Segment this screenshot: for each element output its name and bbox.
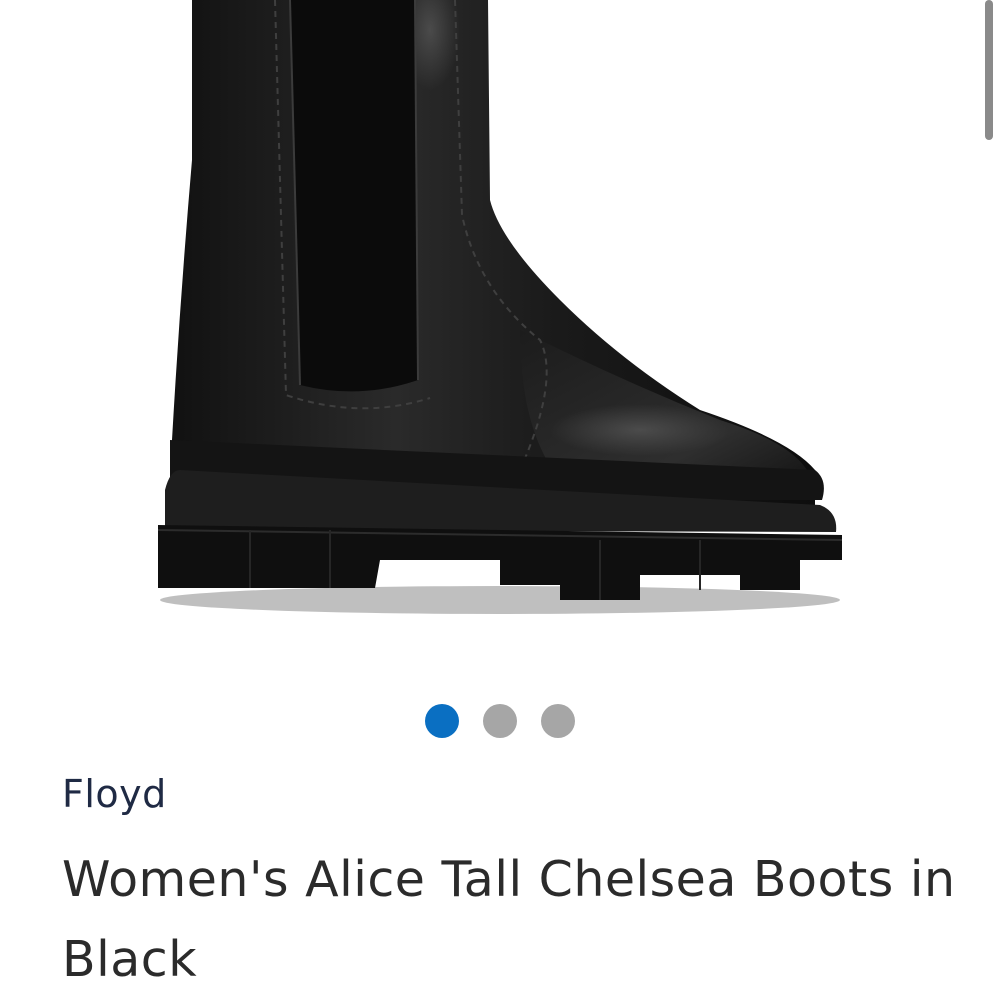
- gallery-dot-2[interactable]: [483, 704, 517, 738]
- gallery-pagination: [0, 704, 1000, 738]
- product-title: Women's Alice Tall Chelsea Boots in Blac…: [62, 851, 956, 988]
- gallery-dot-1[interactable]: [425, 704, 459, 738]
- product-image-gallery[interactable]: [0, 0, 1000, 690]
- brand-name-link[interactable]: Floyd: [62, 770, 167, 818]
- boot-image[interactable]: [0, 0, 1000, 690]
- product-page: Floyd Women's Alice Tall Chelsea Boots i…: [0, 0, 1000, 1000]
- scrollbar[interactable]: [985, 0, 993, 140]
- gallery-dot-3[interactable]: [541, 704, 575, 738]
